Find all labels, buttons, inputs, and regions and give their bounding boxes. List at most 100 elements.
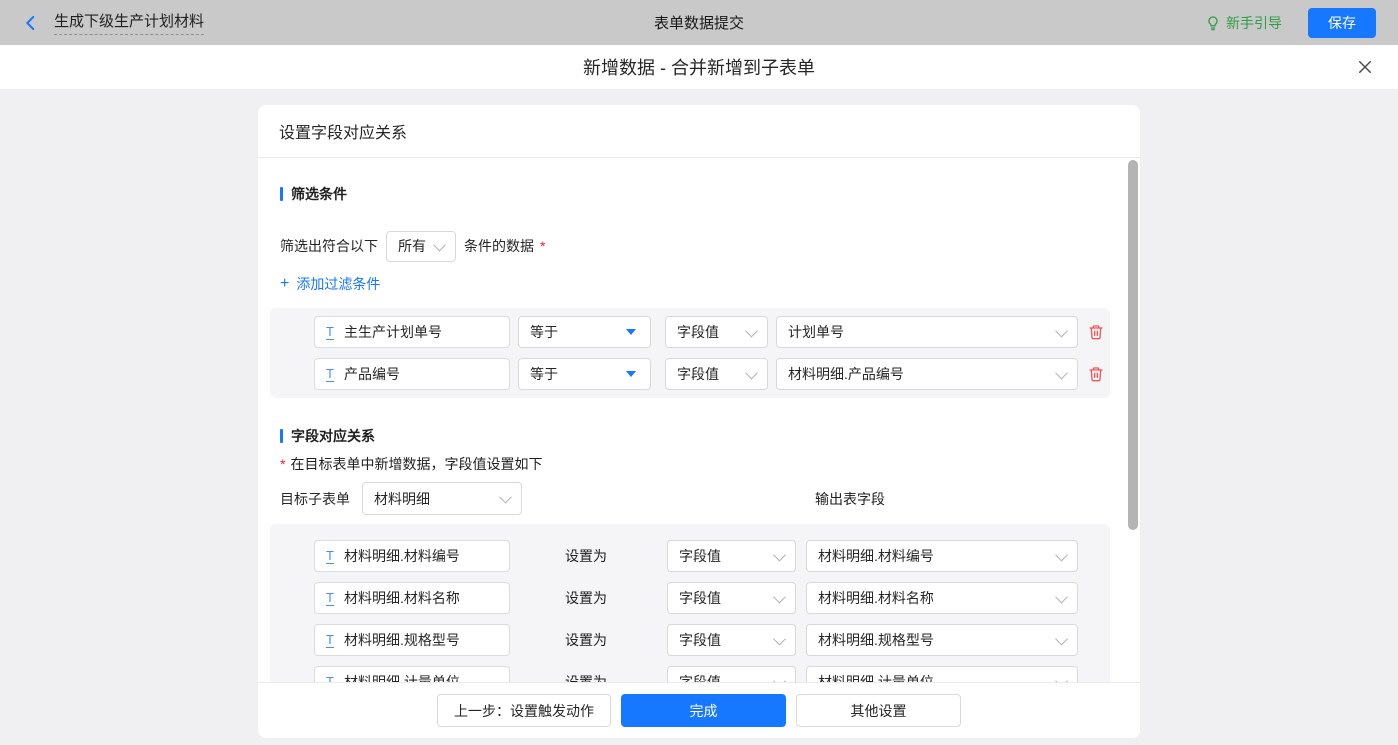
filter-section-heading: 筛选条件 <box>280 186 1110 202</box>
filter-field-label: 主生产计划单号 <box>344 322 442 342</box>
close-button[interactable] <box>1356 58 1374 76</box>
set-to-label: 设置为 <box>565 546 607 566</box>
value-value: 材料明细.产品编号 <box>788 364 904 384</box>
filter-sentence: 筛选出符合以下 所有 条件的数据 * <box>280 230 1110 262</box>
mapping-field[interactable]: T 材料明细.材料名称 <box>314 582 510 614</box>
add-filter-link[interactable]: + 添加过滤条件 <box>280 274 380 294</box>
dialog-header: 新增数据 - 合并新增到子表单 <box>0 45 1398 90</box>
match-mode-value: 所有 <box>398 236 426 256</box>
settings-card: 设置字段对应关系 筛选条件 筛选出符合以下 所有 条件的数据 * <box>258 105 1140 738</box>
operator-select[interactable]: 等于 <box>518 358 651 390</box>
done-button[interactable]: 完成 <box>621 694 786 727</box>
filter-section-title: 筛选条件 <box>291 184 347 204</box>
required-asterisk: * <box>540 238 545 254</box>
add-filter-label: 添加过滤条件 <box>296 274 380 294</box>
delete-condition-button[interactable] <box>1088 366 1104 382</box>
mapping-row: T 材料明细.计量单位 设置为 字段值 材料明细.计量单位 <box>314 666 1110 682</box>
mapping-section-title: 字段对应关系 <box>291 426 375 446</box>
set-to-label: 设置为 <box>565 588 607 608</box>
value-type-value: 字段值 <box>679 546 721 566</box>
other-settings-button[interactable]: 其他设置 <box>796 694 961 727</box>
value-type-value: 字段值 <box>679 588 721 608</box>
filter-row: T 主生产计划单号 等于 字段值 计划单号 <box>314 316 1110 348</box>
card-content: 筛选条件 筛选出符合以下 所有 条件的数据 * + 添加过滤条件 <box>258 158 1140 682</box>
scrollbar-thumb[interactable] <box>1128 160 1138 530</box>
trash-icon <box>1088 366 1104 382</box>
text-field-icon: T <box>326 591 334 606</box>
mapping-section-heading: 字段对应关系 <box>280 428 1110 444</box>
guide-link[interactable]: 新手引导 <box>1205 13 1282 33</box>
lightbulb-icon <box>1205 15 1221 31</box>
value-type-select[interactable]: 字段值 <box>667 540 796 572</box>
mapping-field[interactable]: T 材料明细.计量单位 <box>314 666 510 682</box>
mapping-field-label: 材料明细.材料编号 <box>344 546 460 566</box>
dialog-title: 新增数据 - 合并新增到子表单 <box>583 54 815 80</box>
filter-conditions-box: T 主生产计划单号 等于 字段值 计划单号 <box>270 308 1110 398</box>
back-icon <box>22 14 40 32</box>
chevron-down-icon <box>773 632 786 645</box>
text-field-icon: T <box>326 549 334 564</box>
chevron-down-icon <box>773 590 786 603</box>
chevron-down-icon <box>1055 366 1068 379</box>
value-type-value: 字段值 <box>679 672 721 682</box>
target-subform-select[interactable]: 材料明细 <box>362 482 522 515</box>
text-field-icon: T <box>326 325 334 340</box>
value-type-value: 字段值 <box>677 364 719 384</box>
output-column-header: 输出表字段 <box>815 489 885 509</box>
chevron-down-icon <box>773 674 786 682</box>
output-field-select[interactable]: 材料明细.规格型号 <box>806 624 1078 656</box>
prev-step-button[interactable]: 上一步：设置触发动作 <box>437 694 611 727</box>
value-select[interactable]: 材料明细.产品编号 <box>776 358 1078 390</box>
flow-title[interactable]: 生成下级生产计划材料 <box>54 10 204 35</box>
save-button[interactable]: 保存 <box>1308 8 1376 38</box>
topbar-left: 生成下级生产计划材料 <box>22 10 204 35</box>
chevron-down-icon <box>1055 590 1068 603</box>
topbar-title: 表单数据提交 <box>0 12 1398 33</box>
output-field-value: 材料明细.计量单位 <box>818 672 934 682</box>
filter-field[interactable]: T 产品编号 <box>314 358 510 390</box>
chevron-down-icon <box>1055 324 1068 337</box>
mapping-description-text: 在目标表单中新增数据，字段值设置如下 <box>290 454 542 474</box>
topbar: 生成下级生产计划材料 表单数据提交 新手引导 保存 <box>0 0 1398 45</box>
mapping-row: T 材料明细.规格型号 设置为 字段值 材料明细.规格型号 <box>314 624 1110 656</box>
output-field-select[interactable]: 材料明细.材料名称 <box>806 582 1078 614</box>
output-field-value: 材料明细.规格型号 <box>818 630 934 650</box>
operator-value: 等于 <box>530 322 558 342</box>
value-value: 计划单号 <box>788 322 844 342</box>
mapping-field[interactable]: T 材料明细.规格型号 <box>314 624 510 656</box>
value-type-select[interactable]: 字段值 <box>667 582 796 614</box>
delete-condition-button[interactable] <box>1088 324 1104 340</box>
guide-label: 新手引导 <box>1226 13 1282 33</box>
text-field-icon: T <box>326 675 334 683</box>
value-type-select[interactable]: 字段值 <box>665 358 768 390</box>
filter-sentence-prefix: 筛选出符合以下 <box>280 236 378 256</box>
chevron-down-icon <box>1055 548 1068 561</box>
target-subform-row: 目标子表单 材料明细 输出表字段 <box>280 482 1110 515</box>
topbar-right: 新手引导 保存 <box>1205 8 1376 38</box>
mapping-field[interactable]: T 材料明细.材料编号 <box>314 540 510 572</box>
text-field-icon: T <box>326 367 334 382</box>
value-type-select[interactable]: 字段值 <box>665 316 768 348</box>
operator-select[interactable]: 等于 <box>518 316 651 348</box>
close-icon <box>1356 58 1374 76</box>
filter-sentence-suffix: 条件的数据 <box>464 236 534 256</box>
caret-down-icon <box>626 329 636 335</box>
output-field-select[interactable]: 材料明细.材料编号 <box>806 540 1078 572</box>
mapping-description: * 在目标表单中新增数据，字段值设置如下 <box>280 454 1110 474</box>
chevron-down-icon <box>745 366 758 379</box>
filter-field[interactable]: T 主生产计划单号 <box>314 316 510 348</box>
screen: 生成下级生产计划材料 表单数据提交 新手引导 保存 新增数据 - 合并新增到子表… <box>0 0 1398 745</box>
value-type-value: 字段值 <box>677 322 719 342</box>
back-button[interactable] <box>22 14 40 32</box>
mapping-box: T 材料明细.材料编号 设置为 字段值 材料明细.材料编号 <box>270 524 1110 682</box>
section-bar-icon <box>280 429 283 443</box>
value-select[interactable]: 计划单号 <box>776 316 1078 348</box>
value-type-select[interactable]: 字段值 <box>667 666 796 682</box>
match-mode-select[interactable]: 所有 <box>386 231 456 262</box>
dialog-footer: 上一步：设置触发动作 完成 其他设置 <box>258 682 1140 738</box>
chevron-down-icon <box>773 548 786 561</box>
value-type-select[interactable]: 字段值 <box>667 624 796 656</box>
set-to-label: 设置为 <box>565 630 607 650</box>
mapping-field-label: 材料明细.材料名称 <box>344 588 460 608</box>
output-field-select[interactable]: 材料明细.计量单位 <box>806 666 1078 682</box>
